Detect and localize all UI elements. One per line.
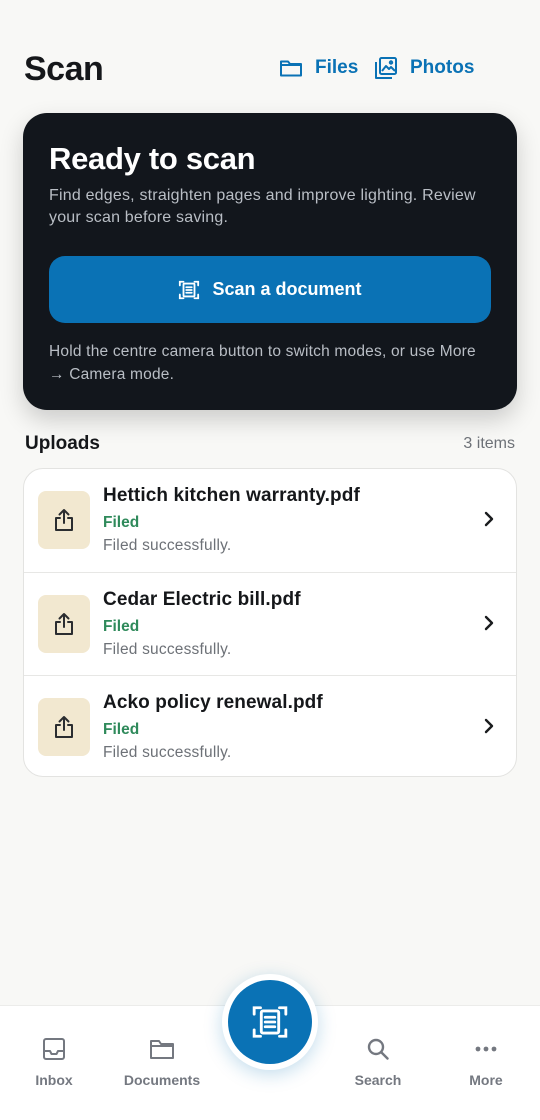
uploads-list: Hettich kitchen warranty.pdf Filed Filed… [23,468,517,777]
file-thumbnail [38,698,90,757]
upload-row[interactable]: Hettich kitchen warranty.pdf Filed Filed… [24,469,516,573]
nav-item-label: More [469,1072,503,1088]
chevron-right-icon [484,511,494,527]
photos-icon [375,57,397,79]
folder-icon [150,1040,174,1059]
scan-document-button-label: Scan a document [212,279,362,299]
file-detail: Filed successfully. [103,640,232,658]
uploads-count: 3 items [463,435,515,452]
files-link[interactable]: Files [279,56,358,80]
inbox-icon [43,1038,65,1060]
scan-document-button[interactable]: Scan a document [49,256,491,323]
document-scan-icon [179,280,200,299]
file-name: Hettich kitchen warranty.pdf [103,485,360,506]
file-status: Filed [103,617,140,635]
more-icon [475,1046,497,1052]
file-status: Filed [103,721,140,739]
folder-icon [280,60,302,77]
nav-item-inbox[interactable]: Inbox [4,1036,104,1088]
scan-card-title: Ready to scan [49,141,256,176]
photos-link-label: Photos [410,57,475,78]
nav-item-label: Search [354,1072,402,1088]
nav-item-more[interactable]: More [436,1036,536,1088]
photos-link[interactable]: Photos [374,56,474,80]
scan-card: Ready to scan Find edges, straighten pag… [23,113,517,410]
chevron-right-icon [484,615,494,630]
upload-row[interactable]: Cedar Electric bill.pdf Filed Filed succ… [24,573,516,677]
file-detail: Filed successfully. [103,744,232,762]
search-icon [367,1038,389,1060]
file-detail: Filed successfully. [103,537,232,554]
document-scan-icon [252,1006,288,1038]
uploads-title: Uploads [25,433,100,454]
chevron-right-icon [484,719,494,734]
upload-share-icon [55,509,73,531]
scan-card-description: Find edges, straighten pages and improve… [49,187,476,226]
upload-row[interactable]: Acko policy renewal.pdf Filed Filed succ… [24,676,516,776]
scan-fab-button[interactable] [228,980,312,1064]
nav-item-search[interactable]: Search [328,1036,428,1088]
header: Scan Files Photos [24,44,516,94]
nav-item-label: Inbox [35,1072,73,1088]
files-link-label: Files [315,57,359,78]
file-status: Filed [103,514,140,531]
nav-item-label: Documents [123,1072,201,1088]
file-name: Acko policy renewal.pdf [103,692,323,714]
file-thumbnail [38,491,90,549]
upload-share-icon [55,612,73,635]
page-title: Scan [24,50,104,88]
scan-card-hint: Hold the centre camera button to switch … [49,343,476,383]
file-thumbnail [38,594,90,653]
nav-item-documents[interactable]: Documents [112,1036,212,1088]
file-name: Cedar Electric bill.pdf [103,588,301,610]
upload-share-icon [55,716,73,739]
